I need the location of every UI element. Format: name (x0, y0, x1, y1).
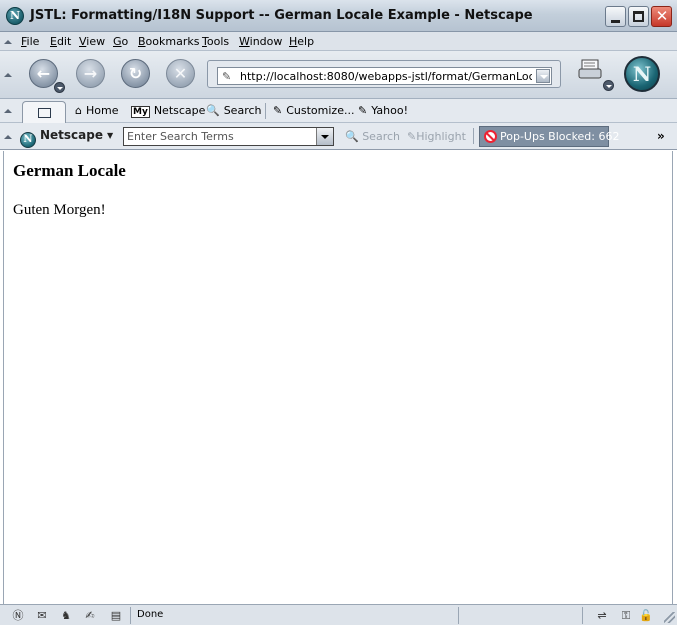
maximize-button[interactable] (628, 6, 649, 27)
forward-button[interactable]: → (76, 59, 105, 88)
menu-file[interactable]: File (21, 35, 39, 48)
toolbar-grip-icon[interactable] (2, 123, 12, 150)
search-field[interactable] (123, 127, 334, 146)
forward-icon: → (83, 64, 98, 83)
magnifier-icon: 🔍 (345, 130, 359, 143)
stop-button[interactable]: ✕ (166, 59, 195, 88)
personal-toolbar: ⌂ Home My Netscape 🔍 Search ✎ Customize... ✎… (0, 99, 677, 123)
url-text[interactable]: http://localhost:8080/webapps-jstl/forma… (240, 70, 532, 83)
reload-icon: ↻ (128, 64, 143, 83)
status-divider (458, 607, 459, 624)
search-dropdown-icon[interactable] (316, 128, 333, 145)
search-button[interactable]: 🔍 Search (345, 130, 400, 143)
netscape-app-icon[interactable]: N (6, 7, 24, 25)
online-status-icon[interactable]: ⇌ (590, 608, 614, 623)
back-button[interactable]: ← (29, 59, 58, 88)
menu-go[interactable]: Go (113, 35, 128, 48)
url-bar: ✎ http://localhost:8080/webapps-jstl/for… (207, 60, 561, 88)
toolbar-overflow-chevron[interactable]: » (657, 129, 665, 143)
magnifier-icon: 🔍 (206, 104, 220, 117)
navigation-toolbar: ← → ↻ ✕ ✎ http://localhost:8080/webapps-… (0, 51, 677, 99)
my-netscape-button[interactable]: My Netscape (131, 104, 205, 118)
highlight-button[interactable]: ✎Highlight (407, 130, 466, 143)
home-icon: ⌂ (75, 104, 82, 117)
search-toolbar: NNetscape▼ 🔍 Search ✎Highlight Pop-Ups B… (0, 123, 677, 150)
title-bar: N JSTL: Formatting/I18N Support -- Germa… (0, 0, 677, 32)
menu-window[interactable]: Window (239, 35, 282, 48)
menu-edit[interactable]: Edit (50, 35, 71, 48)
window-title: JSTL: Formatting/I18N Support -- German … (30, 8, 533, 23)
minimize-button[interactable] (605, 6, 626, 27)
maximize-icon (633, 11, 644, 22)
reload-button[interactable]: ↻ (121, 59, 150, 88)
composer-icon[interactable]: ✍ (82, 608, 98, 623)
search-input[interactable] (124, 128, 312, 145)
url-field[interactable]: ✎ http://localhost:8080/webapps-jstl/for… (217, 67, 552, 85)
close-icon: ✕ (655, 7, 669, 25)
back-history-dropdown-icon[interactable] (54, 82, 65, 93)
address-book-icon[interactable]: ▤ (108, 608, 124, 623)
toolbar-separator (265, 103, 266, 119)
minimize-icon (611, 20, 620, 23)
status-bar: Ⓝ ✉ ♞ ✍ ▤ Done ⇌ ⚿ 🔓 (0, 604, 677, 625)
menu-tools[interactable]: Tools (202, 35, 229, 48)
netscape-logo-throbber[interactable]: N (624, 56, 660, 92)
url-history-dropdown-icon[interactable] (536, 69, 550, 83)
page-proxy-icon[interactable]: ✎ (222, 70, 231, 83)
bookmark-link-icon: ✎ (358, 104, 368, 117)
mail-icon[interactable]: ✉ (34, 608, 50, 623)
search-toolbar-button[interactable]: 🔍 Search (206, 104, 262, 117)
page-title: German Locale (13, 161, 126, 180)
netscape-icon: N (20, 132, 36, 148)
close-button[interactable]: ✕ (651, 6, 672, 27)
print-dropdown-icon[interactable] (603, 80, 614, 91)
back-icon: ← (36, 64, 51, 83)
netscape-search-menu[interactable]: N Netscape ▼ (20, 128, 113, 148)
toolbar-grip-icon[interactable] (2, 99, 12, 123)
blocked-icon (484, 130, 497, 143)
toolbar-grip-icon[interactable] (2, 32, 12, 51)
popups-blocked-button[interactable]: Pop-Ups Blocked: 662 (479, 126, 620, 147)
my-netscape-icon: My (131, 106, 150, 118)
greeting-text: Guten Morgen! (13, 202, 106, 218)
page-content: German Locale Guten Morgen! (3, 151, 673, 604)
customize-button[interactable]: ✎ Customize... (273, 104, 354, 117)
security-lock-icon[interactable]: 🔓 (638, 608, 654, 623)
navigator-icon[interactable]: Ⓝ (10, 608, 26, 623)
status-divider (130, 607, 131, 624)
cookie-icon[interactable]: ⚿ (618, 608, 634, 623)
status-text: Done (137, 609, 164, 620)
menu-bookmarks[interactable]: Bookmarks (138, 35, 199, 48)
menu-view[interactable]: View (79, 35, 105, 48)
highlighter-icon: ✎ (407, 130, 417, 143)
new-tab-button[interactable] (22, 101, 66, 123)
home-button[interactable]: ⌂ Home (75, 104, 118, 117)
menu-bar: File Edit View Go Bookmarks Tools Window… (0, 32, 677, 51)
toolbar-grip-icon[interactable] (2, 51, 12, 99)
instant-messenger-icon[interactable]: ♞ (58, 608, 74, 623)
chevron-down-icon: ▼ (107, 131, 114, 140)
bookmark-link-icon: ✎ (273, 104, 283, 117)
yahoo-bookmark[interactable]: ✎ Yahoo! (358, 104, 408, 117)
status-divider (582, 607, 583, 624)
resize-grip-icon[interactable] (664, 612, 675, 623)
menu-help[interactable]: Help (289, 35, 314, 48)
stop-icon: ✕ (173, 64, 188, 83)
print-icon[interactable] (576, 57, 608, 85)
toolbar-separator (473, 128, 474, 144)
